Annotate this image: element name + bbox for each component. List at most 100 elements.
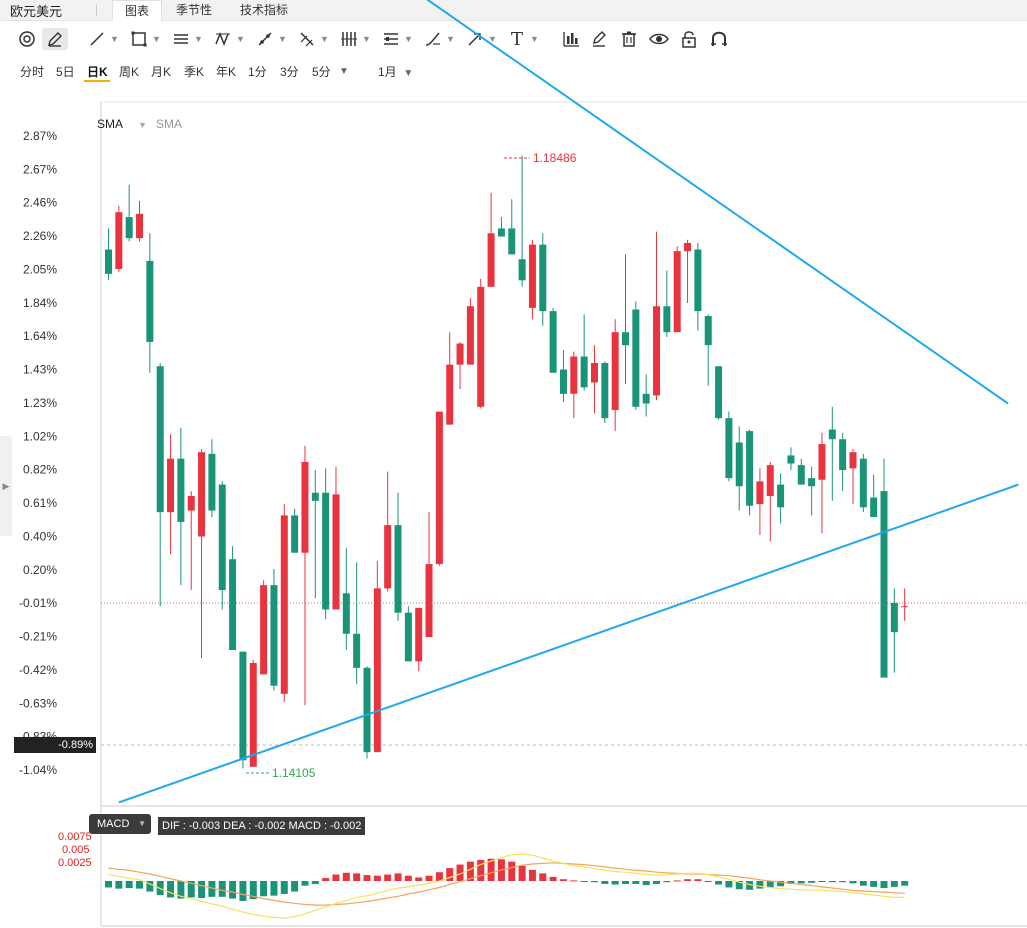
candle-body bbox=[725, 418, 733, 479]
y-axis-tick-label: 2.26% bbox=[23, 229, 57, 243]
y-axis-tick-label: 1.23% bbox=[23, 396, 57, 410]
y-axis-tick-label: 2.87% bbox=[23, 129, 57, 143]
candle-body bbox=[663, 306, 671, 333]
macd-histogram-bar bbox=[404, 875, 412, 881]
macd-histogram-bar bbox=[808, 881, 816, 883]
macd-histogram-bar bbox=[363, 875, 371, 881]
candle-body bbox=[704, 315, 712, 346]
candle-body bbox=[632, 309, 640, 407]
candle-body bbox=[549, 311, 557, 373]
candlestick-series bbox=[105, 155, 909, 769]
candle-body bbox=[590, 363, 598, 383]
macd-histogram-bar bbox=[115, 881, 123, 889]
candle-body bbox=[601, 363, 609, 419]
macd-ytick-2: 0.0025 bbox=[58, 857, 92, 869]
candle-body bbox=[787, 455, 795, 464]
macd-histogram-bar bbox=[673, 880, 681, 882]
macd-histogram-bar bbox=[218, 881, 226, 897]
candle-body bbox=[580, 356, 588, 388]
macd-histogram-bar bbox=[167, 881, 175, 898]
macd-ytick-1: 0.005 bbox=[62, 844, 90, 856]
sma-legend-caret-icon[interactable]: ▼ bbox=[138, 120, 147, 130]
sma-legend-label[interactable]: SMA bbox=[97, 117, 123, 131]
macd-histogram-bar bbox=[818, 881, 826, 882]
candle-body bbox=[177, 458, 185, 522]
candle-body bbox=[291, 515, 299, 553]
macd-histogram-bar bbox=[198, 881, 206, 899]
macd-histogram-bar bbox=[528, 869, 536, 881]
candle-body bbox=[859, 458, 867, 508]
candle-body bbox=[363, 667, 371, 753]
candle-body bbox=[746, 431, 754, 506]
macd-histogram-bar bbox=[797, 881, 805, 884]
candle-body bbox=[890, 602, 898, 633]
candle-body bbox=[570, 356, 578, 394]
candle-body bbox=[839, 439, 847, 471]
candle-body bbox=[828, 429, 836, 440]
candle-body bbox=[818, 444, 826, 480]
y-axis-tick-label: 2.67% bbox=[23, 162, 57, 176]
y-axis-tick-label: 0.61% bbox=[23, 496, 57, 510]
candle-body bbox=[642, 393, 650, 404]
macd-pane bbox=[105, 853, 909, 919]
candle-body bbox=[466, 306, 474, 365]
candle-body bbox=[435, 411, 443, 565]
macd-histogram-bar bbox=[704, 881, 712, 882]
macd-histogram-bar bbox=[870, 881, 878, 887]
macd-histogram-bar bbox=[890, 881, 898, 887]
y-axis-tick-label: 1.43% bbox=[23, 363, 57, 377]
macd-histogram-bar bbox=[725, 881, 733, 888]
macd-histogram-bar bbox=[446, 868, 454, 881]
candle-body bbox=[322, 492, 330, 610]
macd-histogram-bar bbox=[301, 881, 309, 886]
macd-histogram-bar bbox=[239, 881, 247, 901]
candle-body bbox=[115, 212, 123, 269]
chart-canvas: 2.87% 2.67% 2.46% 2.26% 2.05% 1.84% 1.64% 1.43%… bbox=[19, 0, 1027, 927]
macd-dif-line bbox=[108, 853, 905, 919]
macd-indicator-badge[interactable]: MACD ▼ bbox=[89, 814, 151, 834]
macd-histogram-bar bbox=[611, 881, 619, 885]
candle-body bbox=[394, 525, 402, 613]
candle-body bbox=[653, 306, 661, 396]
candle-body bbox=[332, 494, 340, 610]
macd-histogram-bar bbox=[394, 873, 402, 881]
y-axis-tick-label: 1.84% bbox=[23, 296, 57, 310]
candle-body bbox=[539, 244, 547, 312]
sma-legend-secondary[interactable]: SMA bbox=[156, 117, 182, 131]
y-axis-tick-label: 0.40% bbox=[23, 529, 57, 543]
macd-badge-caret-icon: ▼ bbox=[138, 819, 146, 828]
macd-histogram-bar bbox=[280, 881, 288, 894]
trendline[interactable] bbox=[367, 0, 1009, 405]
macd-histogram-bar bbox=[270, 881, 278, 896]
macd-histogram-bar bbox=[291, 881, 299, 892]
macd-histogram-bar bbox=[549, 876, 557, 881]
candle-body bbox=[384, 525, 392, 589]
macd-histogram-bar bbox=[901, 881, 909, 886]
macd-histogram-bar bbox=[260, 881, 268, 897]
candle-body bbox=[735, 442, 743, 487]
candle-body bbox=[777, 484, 785, 508]
macd-histogram-bar bbox=[229, 881, 237, 899]
macd-dea-line bbox=[108, 862, 905, 906]
candle-body bbox=[808, 478, 816, 487]
candle-body bbox=[528, 244, 536, 308]
candle-body bbox=[497, 228, 505, 237]
candle-body bbox=[208, 453, 216, 511]
candle-body bbox=[260, 585, 268, 675]
y-axis-tick-label: 2.46% bbox=[23, 196, 57, 210]
y-axis-tick-label: 0.20% bbox=[23, 563, 57, 577]
macd-histogram-bar bbox=[332, 874, 340, 881]
candle-body bbox=[797, 465, 805, 485]
candle-body bbox=[249, 662, 257, 767]
candle-body bbox=[611, 332, 619, 411]
candle-body bbox=[487, 233, 495, 287]
macd-histogram-bar bbox=[373, 875, 381, 881]
macd-histogram-bar bbox=[766, 881, 774, 888]
candle-body bbox=[756, 481, 764, 505]
macd-histogram-bar bbox=[425, 875, 433, 881]
macd-histogram-bar bbox=[570, 880, 578, 882]
candle-body bbox=[477, 286, 485, 407]
candle-body bbox=[136, 213, 144, 239]
macd-histogram-bar bbox=[322, 878, 330, 881]
high-price-label: 1.18486 bbox=[533, 151, 577, 165]
